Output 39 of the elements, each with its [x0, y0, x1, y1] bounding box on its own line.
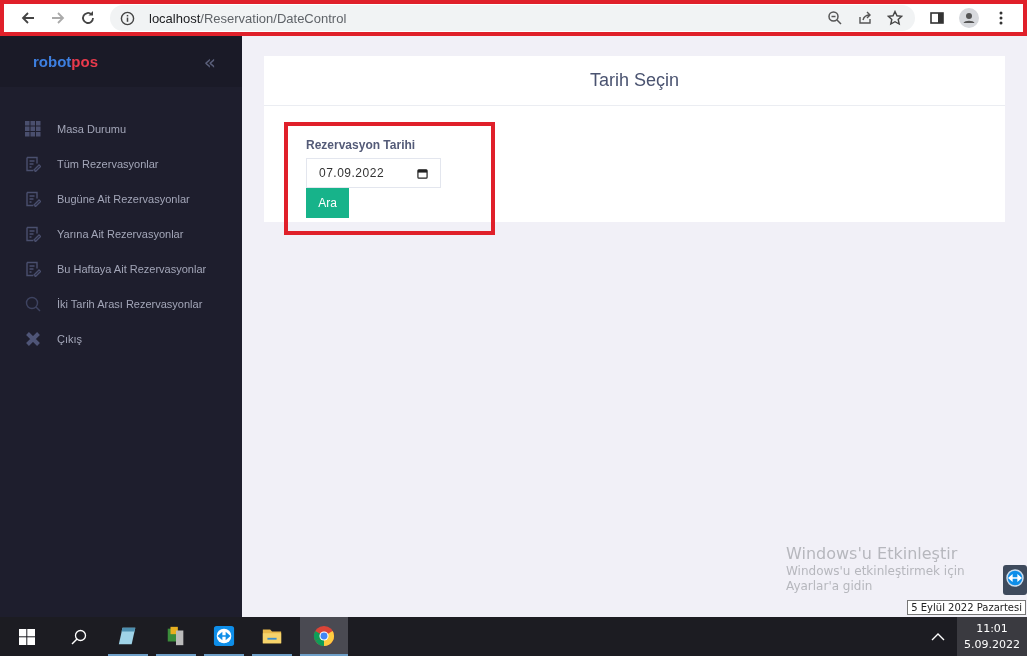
taskbar-app[interactable]: [300, 617, 348, 656]
calendar-icon[interactable]: [417, 167, 428, 179]
chrome-icon: [313, 624, 335, 647]
grid-icon: [25, 120, 41, 137]
search-icon[interactable]: [71, 628, 87, 645]
activation-text: Ayarlar'a gidin: [786, 579, 873, 594]
back-icon[interactable]: [20, 10, 36, 26]
side-panel-icon[interactable]: [929, 10, 945, 26]
share-icon[interactable]: [857, 10, 873, 26]
sidebar-item[interactable]: Çıkış: [0, 321, 242, 356]
sidebar-item[interactable]: Bu Haftaya Ait Rezervasyonlar: [0, 251, 242, 286]
star-icon[interactable]: [887, 10, 903, 26]
sidebar-item[interactable]: Yarına Ait Rezervasyonlar: [0, 216, 242, 251]
activation-text: Windows'u etkinleştirmek için: [786, 564, 965, 579]
sidebar-item[interactable]: Masa Durumu: [0, 111, 242, 146]
sidebar-item[interactable]: Bugüne Ait Rezervasyonlar: [0, 181, 242, 216]
remote-arrows-icon: [213, 624, 235, 647]
zoom-out-icon[interactable]: [827, 10, 843, 26]
date-field[interactable]: 07.09.2022: [306, 158, 441, 188]
info-icon: [120, 10, 135, 26]
document-icon: [25, 190, 41, 207]
logo: robotpos: [33, 53, 98, 70]
document-icon: [25, 225, 41, 242]
reload-icon[interactable]: [80, 10, 96, 26]
close-icon: [25, 330, 41, 347]
document-icon: [25, 155, 41, 172]
sidebar-item[interactable]: İki Tarih Arası Rezervasyonlar: [0, 286, 242, 321]
address-bar[interactable]: localhost/Reservation/DateControl: [110, 5, 915, 31]
search-icon: [25, 295, 41, 312]
activation-title: Windows'u Etkinleştir: [786, 544, 958, 564]
field-label: Rezervasyon Tarihi: [306, 138, 416, 152]
sidebar-item[interactable]: Tüm Rezervasyonlar: [0, 146, 242, 181]
card-title: Tarih Seçin: [589, 70, 679, 91]
clock[interactable]: 11:01 5.09.2022: [957, 617, 1027, 656]
url-text: localhost/Reservation/DateControl: [149, 10, 347, 26]
windows-start-icon[interactable]: [19, 628, 35, 645]
date-tooltip: 5 Eylül 2022 Pazartesi: [907, 600, 1026, 615]
document-icon: [25, 260, 41, 277]
profile-icon[interactable]: [959, 8, 979, 28]
